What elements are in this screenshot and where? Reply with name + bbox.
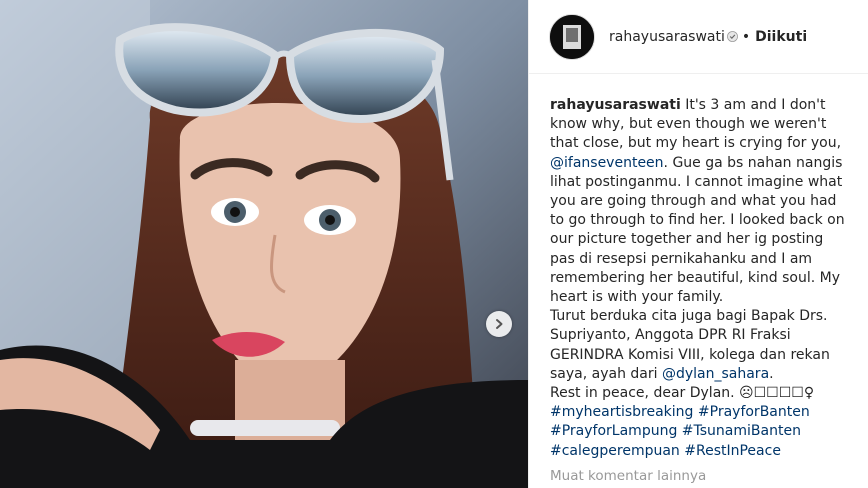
caption-username-link[interactable]: rahayusaraswati	[550, 97, 681, 113]
avatar-image	[550, 14, 594, 59]
chevron-right-icon	[496, 319, 503, 329]
carousel-next-button[interactable]	[486, 311, 512, 337]
caption-text: . Gue ga bs nahan nangis lihat postingan…	[550, 154, 845, 306]
hashtag-link[interactable]: #RestInPeace	[684, 443, 781, 459]
hashtag-link[interactable]: #PrayforBanten	[698, 404, 810, 420]
post-caption: rahayusaraswati It's 3 am and I don't kn…	[529, 74, 868, 461]
post-sidebar: rahayusaraswati • Diikuti rahayusaraswat…	[528, 0, 868, 488]
load-more-comments-button[interactable]: Muat komentar lainnya	[529, 461, 868, 484]
mention-link[interactable]: @ifanseventeen	[550, 155, 664, 171]
post-photo[interactable]	[0, 0, 528, 488]
mention-link[interactable]: @dylan_sahara	[662, 366, 769, 382]
hashtag-link[interactable]: #PrayforLampung	[550, 423, 677, 439]
verified-badge-icon	[726, 31, 738, 42]
hashtag-link[interactable]: #myheartisbreaking	[550, 404, 693, 420]
following-button[interactable]: Diikuti	[755, 29, 807, 45]
hashtag-link[interactable]: #calegperempuan	[550, 443, 680, 459]
caption-text: .	[769, 365, 774, 382]
post-header: rahayusaraswati • Diikuti	[529, 0, 868, 74]
caption-text: Rest in peace, dear Dylan. ☹☐☐☐☐♀	[550, 385, 815, 402]
hashtag-link[interactable]: #TsunamiBanten	[682, 423, 801, 439]
avatar[interactable]	[549, 13, 595, 60]
header-text: rahayusaraswati • Diikuti	[609, 29, 807, 45]
portrait-image	[0, 0, 528, 488]
header-separator: •	[741, 28, 751, 45]
profile-username-link[interactable]: rahayusaraswati	[609, 29, 725, 45]
